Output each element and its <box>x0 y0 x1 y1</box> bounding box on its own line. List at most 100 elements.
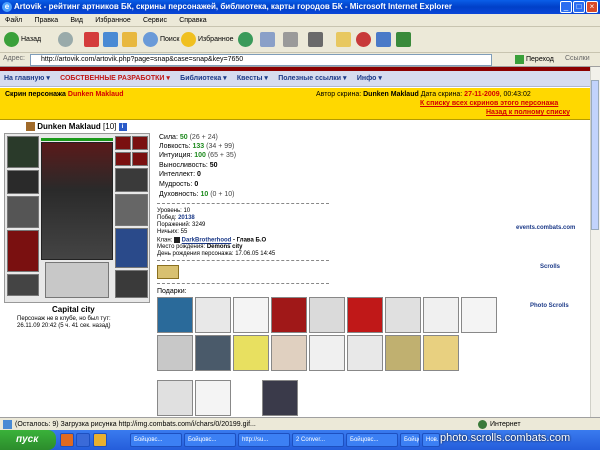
search-button[interactable]: Поиск <box>143 30 179 50</box>
ring-slot[interactable] <box>115 152 131 166</box>
gift-item[interactable] <box>195 335 231 371</box>
address-input[interactable]: http://artovik.com/artovik.php?page=snap… <box>30 54 492 66</box>
character-name-line: Dunken Maklaud [10] i <box>26 122 127 132</box>
gift-item[interactable] <box>195 297 231 333</box>
gift-item[interactable] <box>385 297 421 333</box>
link-back-to-list[interactable]: Назад к полному списку <box>486 109 570 116</box>
nav-quests[interactable]: Квесты ▾ <box>233 71 272 87</box>
taskbar-item[interactable]: 2 Conver... <box>292 433 344 447</box>
taskbar-item[interactable]: Бойцовс... <box>400 433 420 447</box>
ring-slot[interactable] <box>115 136 131 150</box>
discuss-button[interactable] <box>336 30 353 50</box>
favorites-button[interactable]: Избранное <box>181 30 233 50</box>
refresh-button[interactable] <box>103 30 120 50</box>
back-button[interactable]: Назад <box>4 30 41 50</box>
menu-tools[interactable]: Сервис <box>138 14 172 27</box>
helmet-slot[interactable] <box>7 136 39 168</box>
taskbar-item[interactable]: Бойцовс... <box>346 433 398 447</box>
home-button[interactable] <box>122 30 139 50</box>
gift-item[interactable] <box>157 380 193 416</box>
forward-button[interactable] <box>58 30 75 50</box>
gift-item[interactable] <box>233 297 269 333</box>
character-avatar[interactable] <box>41 142 113 260</box>
gift-item[interactable] <box>309 335 345 371</box>
quicklaunch-icon[interactable] <box>93 433 107 447</box>
gift-item[interactable] <box>271 297 307 333</box>
gift-item[interactable] <box>423 335 459 371</box>
link-events[interactable]: events.combats.com <box>516 225 575 231</box>
stat-wisdom: Мудрость: 0 <box>159 181 199 188</box>
emblem-slot[interactable] <box>45 262 109 298</box>
gift-item[interactable] <box>347 335 383 371</box>
ring-slot[interactable] <box>132 136 148 150</box>
stop-button[interactable] <box>84 30 101 50</box>
research-icon <box>376 31 391 47</box>
ring-slot[interactable] <box>132 152 148 166</box>
back-arrow-icon <box>4 31 19 47</box>
quicklaunch-icon[interactable] <box>60 433 74 447</box>
gift-item[interactable] <box>157 297 193 333</box>
messenger-button[interactable] <box>356 30 373 50</box>
gift-item[interactable] <box>157 335 193 371</box>
taskbar-item[interactable]: Бойцовс... <box>184 433 236 447</box>
gift-item[interactable] <box>195 380 231 416</box>
mail-icon <box>260 31 275 47</box>
leggings-slot[interactable] <box>115 228 148 268</box>
character-name: Dunken Maklaud <box>37 122 101 131</box>
belt-slot[interactable] <box>7 274 39 296</box>
menu-view[interactable]: Вид <box>65 14 88 27</box>
nav-home[interactable]: На главную ▾ <box>0 71 54 87</box>
close-icon[interactable]: × <box>586 1 598 13</box>
nav-info[interactable]: Инфо ▾ <box>353 71 386 87</box>
links-button[interactable]: Ссылки <box>565 55 590 62</box>
mail-button[interactable] <box>260 30 277 50</box>
boots-slot[interactable] <box>115 270 148 298</box>
nav-library[interactable]: Библиотека ▾ <box>176 71 231 87</box>
window-title-bar[interactable]: e Artovik - рейтинг артников БК, скрины … <box>0 0 600 14</box>
gift-item[interactable] <box>233 335 269 371</box>
bracers-slot[interactable] <box>115 168 148 192</box>
weapon-slot[interactable] <box>7 196 39 228</box>
gift-item[interactable] <box>271 335 307 371</box>
menu-edit[interactable]: Правка <box>29 14 63 27</box>
gift-item[interactable] <box>385 335 421 371</box>
gift-item[interactable] <box>461 297 497 333</box>
shield-slot[interactable] <box>115 194 148 226</box>
link-scrolls[interactable]: Scrolls <box>540 264 560 270</box>
effect-icon[interactable] <box>157 265 179 279</box>
online-status: Персонаж не в клубе, но был тут: <box>17 316 111 322</box>
start-button[interactable]: пуск <box>0 430 56 450</box>
clan-link[interactable]: DarkBrotherhood <box>182 238 232 244</box>
gift-item[interactable] <box>262 380 298 416</box>
menu-favorites[interactable]: Избранное <box>90 14 135 27</box>
taskbar-item[interactable]: Нов... <box>422 433 440 447</box>
gift-item[interactable] <box>423 297 459 333</box>
maximize-icon[interactable]: □ <box>573 1 585 13</box>
gloves-slot[interactable] <box>7 170 39 194</box>
link-photo-scrolls[interactable]: Photo Scrolls <box>530 303 569 309</box>
scrollbar-thumb[interactable] <box>591 80 599 230</box>
quicklaunch-icon[interactable] <box>76 433 90 447</box>
addon-button[interactable] <box>396 30 413 50</box>
print-button[interactable] <box>283 30 300 50</box>
taskbar-item[interactable]: http://su... <box>238 433 290 447</box>
armor-slot[interactable] <box>7 230 39 272</box>
minimize-icon[interactable]: _ <box>560 1 572 13</box>
messenger-icon <box>356 31 371 47</box>
gift-item[interactable] <box>309 297 345 333</box>
taskbar-item[interactable]: Бойцовс... <box>130 433 182 447</box>
link-all-snapshots[interactable]: К списку всех скринов этого персонажа <box>420 100 558 107</box>
divider <box>157 260 329 261</box>
gift-item[interactable] <box>347 297 383 333</box>
nav-own-dev[interactable]: СОБСТВЕННЫЕ РАЗРАБОТКИ ▾ <box>56 71 174 87</box>
nav-useful-links[interactable]: Полезные ссылки ▾ <box>274 71 350 87</box>
research-button[interactable] <box>376 30 393 50</box>
menu-help[interactable]: Справка <box>174 14 211 27</box>
go-button[interactable]: Переход <box>515 54 554 66</box>
globe-icon <box>478 419 487 429</box>
history-button[interactable] <box>238 30 255 50</box>
edit-button[interactable] <box>308 30 325 50</box>
info-icon[interactable]: i <box>118 122 127 131</box>
ie-icon: e <box>2 2 12 12</box>
menu-file[interactable]: Файл <box>0 14 27 27</box>
